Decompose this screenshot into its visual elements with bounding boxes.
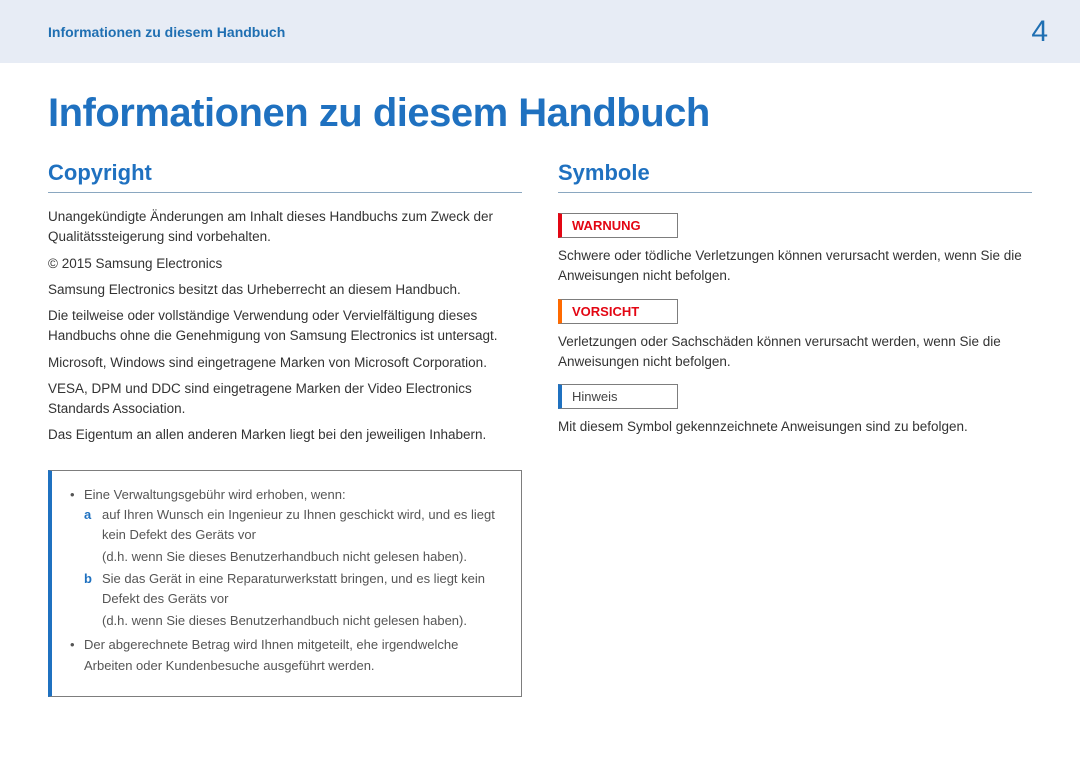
marker-b: b [84,569,92,589]
content-area: Informationen zu diesem Handbuch Copyrig… [0,63,1080,697]
copyright-p4: Die teilweise oder vollständige Verwendu… [48,306,522,347]
info-box: Eine Verwaltungsgebühr wird erhoben, wen… [48,470,522,697]
warnung-text: Schwere oder tödliche Verletzungen könne… [558,246,1032,287]
info-bullet-1-text: Eine Verwaltungsgebühr wird erhoben, wen… [84,487,346,502]
columns: Copyright Unangekündigte Änderungen am I… [48,160,1032,697]
hinweis-text: Mit diesem Symbol gekennzeichnete Anweis… [558,417,1032,437]
col-right: Symbole WARNUNG Schwere oder tödliche Ve… [558,160,1032,697]
info-sub-a: a auf Ihren Wunsch ein Ingenieur zu Ihne… [84,505,503,545]
marker-a: a [84,505,91,525]
label-warnung: WARNUNG [558,213,678,238]
vorsicht-text: Verletzungen oder Sachschäden können ver… [558,332,1032,373]
info-bullet-1: Eine Verwaltungsgebühr wird erhoben, wen… [70,485,503,632]
copyright-p1: Unangekündigte Änderungen am Inhalt dies… [48,207,522,248]
heading-symbole: Symbole [558,160,1032,193]
info-bullet-2-text: Der abgerechnete Betrag wird Ihnen mitge… [84,637,458,672]
info-sub-b: b Sie das Gerät in eine Reparaturwerksta… [84,569,503,609]
copyright-p7: Das Eigentum an allen anderen Marken lie… [48,425,522,445]
copyright-p3: Samsung Electronics besitzt das Urheberr… [48,280,522,300]
copyright-p6: VESA, DPM und DDC sind eingetragene Mark… [48,379,522,420]
copyright-p5: Microsoft, Windows sind eingetragene Mar… [48,353,522,373]
info-sub-b-note: (d.h. wenn Sie dieses Benutzerhandbuch n… [84,611,503,631]
label-hinweis: Hinweis [558,384,678,409]
copyright-p2: © 2015 Samsung Electronics [48,254,522,274]
info-sub-a-text: auf Ihren Wunsch ein Ingenieur zu Ihnen … [102,507,495,542]
info-sub-a-note: (d.h. wenn Sie dieses Benutzerhandbuch n… [84,547,503,567]
header-bar: Informationen zu diesem Handbuch 4 [0,0,1080,63]
page-title: Informationen zu diesem Handbuch [48,91,1032,136]
heading-copyright: Copyright [48,160,522,193]
info-sub-b-text: Sie das Gerät in eine Reparaturwerkstatt… [102,571,485,606]
breadcrumb: Informationen zu diesem Handbuch [48,24,285,40]
info-bullet-2: Der abgerechnete Betrag wird Ihnen mitge… [70,635,503,675]
label-vorsicht: VORSICHT [558,299,678,324]
page-number: 4 [1031,15,1048,49]
col-left: Copyright Unangekündigte Änderungen am I… [48,160,522,697]
